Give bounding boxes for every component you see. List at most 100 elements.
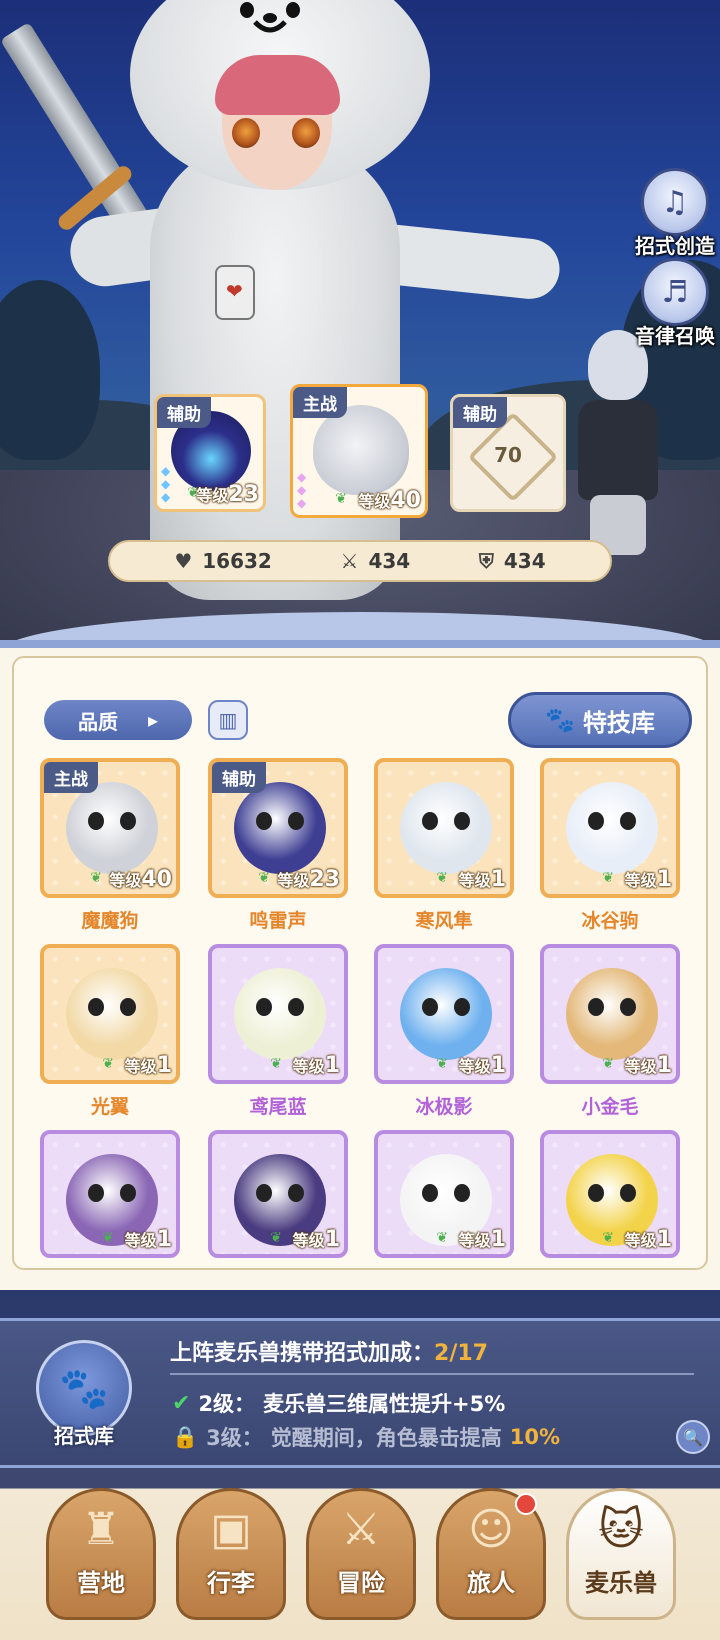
- pet-card[interactable]: ❦ 等级1: [374, 758, 514, 898]
- rhythm-summon-button[interactable]: ♬ 音律召唤: [630, 258, 720, 349]
- lock-icon: 🔒: [172, 1424, 199, 1449]
- defense-value: 434: [503, 549, 546, 573]
- bear-face-icon: [240, 2, 300, 33]
- star-icons: ◆ ◆ ◆: [161, 464, 171, 504]
- sprout-icon: ❦: [102, 1056, 114, 1072]
- zoom-icon[interactable]: 🔍: [676, 1420, 710, 1454]
- team-slot-support-locked[interactable]: 辅助 70: [450, 394, 566, 512]
- pet-card[interactable]: ❦ 等级1: [540, 758, 680, 898]
- pet-card[interactable]: ❦ 等级1: [208, 1130, 348, 1258]
- crossed-swords-icon: ⚔: [340, 549, 359, 573]
- skill-library-label: 特技库: [582, 708, 655, 737]
- pet-card[interactable]: ❦ 等级1: [374, 944, 514, 1084]
- paw-star-icon: 🐾: [59, 1365, 109, 1412]
- role-tag: 主战: [293, 387, 347, 418]
- pet-card[interactable]: ❦ 等级1: [208, 944, 348, 1084]
- pet-name: 鸣雷声: [249, 910, 307, 932]
- paw-icon: 🐾: [545, 706, 575, 734]
- sprout-icon: ❦: [436, 1056, 448, 1072]
- pet-card[interactable]: ❦ 等级1: [40, 1130, 180, 1258]
- pet-level: 等级40: [358, 488, 421, 513]
- quality-filter-button[interactable]: 品质 ▸: [44, 700, 192, 740]
- nav-label: 旅人: [467, 1569, 515, 1597]
- team-slot-main[interactable]: 主战 ◆ ◆ ◆ ❦ 等级40: [290, 384, 428, 518]
- sprout-icon: ❦: [270, 1056, 282, 1072]
- pet-name: 鸢尾蓝: [249, 1096, 307, 1118]
- role-tag: 辅助: [157, 397, 211, 428]
- rhythm-summon-label: 音律召唤: [635, 324, 715, 348]
- codex-button[interactable]: ▥: [208, 700, 248, 740]
- notification-badge: [515, 1493, 537, 1515]
- pet-level: 等级1: [458, 867, 506, 892]
- skill-creation-button[interactable]: ♫ 招式创造: [630, 168, 720, 259]
- sprout-icon: ❦: [270, 1230, 282, 1246]
- pet-portrait: [400, 968, 492, 1060]
- bonus-progress: 2/17: [434, 1341, 488, 1366]
- role-tag: 主战: [44, 762, 98, 793]
- pet-portrait: [400, 782, 492, 874]
- role-tag: 辅助: [453, 397, 507, 428]
- heart-icon: ♥: [174, 549, 193, 573]
- pet-card[interactable]: ❦ 等级1: [540, 1130, 680, 1258]
- skill-creation-label: 招式创造: [635, 234, 715, 258]
- hp-value: 16632: [202, 549, 272, 573]
- nav-label: 冒险: [337, 1569, 385, 1597]
- pet-portrait: [234, 968, 326, 1060]
- pet-level: 等级1: [124, 1053, 172, 1078]
- nav-label: 麦乐兽: [585, 1569, 657, 1597]
- pet-card[interactable]: ❦ 等级1: [540, 944, 680, 1084]
- pet-level: 等级23: [196, 482, 259, 507]
- nav-label: 行李: [207, 1569, 255, 1597]
- player-character: [150, 140, 400, 600]
- shield-icon: ⛨: [478, 549, 494, 573]
- chat-music-icon: ♬: [641, 258, 709, 326]
- pet-level: 等级40: [109, 867, 172, 892]
- sprout-icon: ❦: [102, 1230, 114, 1246]
- sprout-icon: ❦: [335, 491, 347, 507]
- pet-name: 冰谷驹: [581, 910, 639, 932]
- nav-label: 营地: [77, 1569, 125, 1597]
- sprout-icon: ❦: [90, 870, 102, 886]
- bonus-tier-2: ✔ 2级： 麦乐兽三维属性提升+5%: [172, 1390, 506, 1417]
- pet-level: 等级1: [292, 1227, 340, 1252]
- npc-character: [560, 330, 670, 560]
- book-icon: ▥: [218, 708, 238, 732]
- pet-level: 等级1: [458, 1053, 506, 1078]
- pet-name: 寒风隼: [415, 910, 473, 932]
- pet-card[interactable]: ❦ 等级1: [40, 944, 180, 1084]
- sprout-icon: ❦: [602, 1056, 614, 1072]
- team-slot-support-1[interactable]: 辅助 ◆ ◆ ◆ ❦ 等级23: [154, 394, 266, 512]
- nav-traveler[interactable]: ☺ 旅人: [436, 1488, 546, 1620]
- bonus-tier-3: 🔒 3级： 觉醒期间，角色暴击提高 10%: [172, 1424, 561, 1451]
- chevron-right-icon: ▸: [147, 708, 159, 732]
- pet-level: 等级23: [277, 867, 340, 892]
- skill-library-button[interactable]: 🐾 特技库: [508, 692, 692, 748]
- nav-adventure[interactable]: ⚔ 冒险: [306, 1488, 416, 1620]
- pet-card[interactable]: 辅助 ❦ 等级23: [208, 758, 348, 898]
- sprout-icon: ❦: [602, 870, 614, 886]
- pet-level: 等级1: [292, 1053, 340, 1078]
- pet-name: 魔魔狗: [81, 910, 139, 932]
- check-icon: ✔: [172, 1390, 191, 1416]
- backpack-icon: ▣: [210, 1504, 252, 1555]
- pet-portrait: [234, 782, 326, 874]
- pet-portrait: [66, 968, 158, 1060]
- nav-camp[interactable]: ♜ 营地: [46, 1488, 156, 1620]
- bonus-title: 上阵麦乐兽携带招式加成：2/17: [170, 1341, 488, 1366]
- attack-value: 434: [368, 549, 411, 573]
- pet-portrait: [313, 405, 409, 495]
- pet-name: 小金毛: [581, 1096, 639, 1118]
- book-music-icon: ♫: [641, 168, 709, 236]
- pet-level: 等级1: [624, 867, 672, 892]
- team-stats-bar: ♥ 16632 ⚔ 434 ⛨ 434: [108, 540, 612, 582]
- unlock-level: 70: [494, 443, 522, 467]
- pet-card[interactable]: ❦ 等级1: [374, 1130, 514, 1258]
- pet-card[interactable]: 主战 ❦ 等级40: [40, 758, 180, 898]
- sprout-icon: ❦: [602, 1230, 614, 1246]
- nav-luggage[interactable]: ▣ 行李: [176, 1488, 286, 1620]
- pet-name: 光翼: [90, 1096, 129, 1118]
- pet-portrait: [566, 782, 658, 874]
- skill-library-shortcut-label: 招式库: [54, 1424, 114, 1448]
- crossed-swords-icon: ⚔: [341, 1504, 381, 1555]
- nav-pets[interactable]: 🐱 麦乐兽: [566, 1488, 676, 1620]
